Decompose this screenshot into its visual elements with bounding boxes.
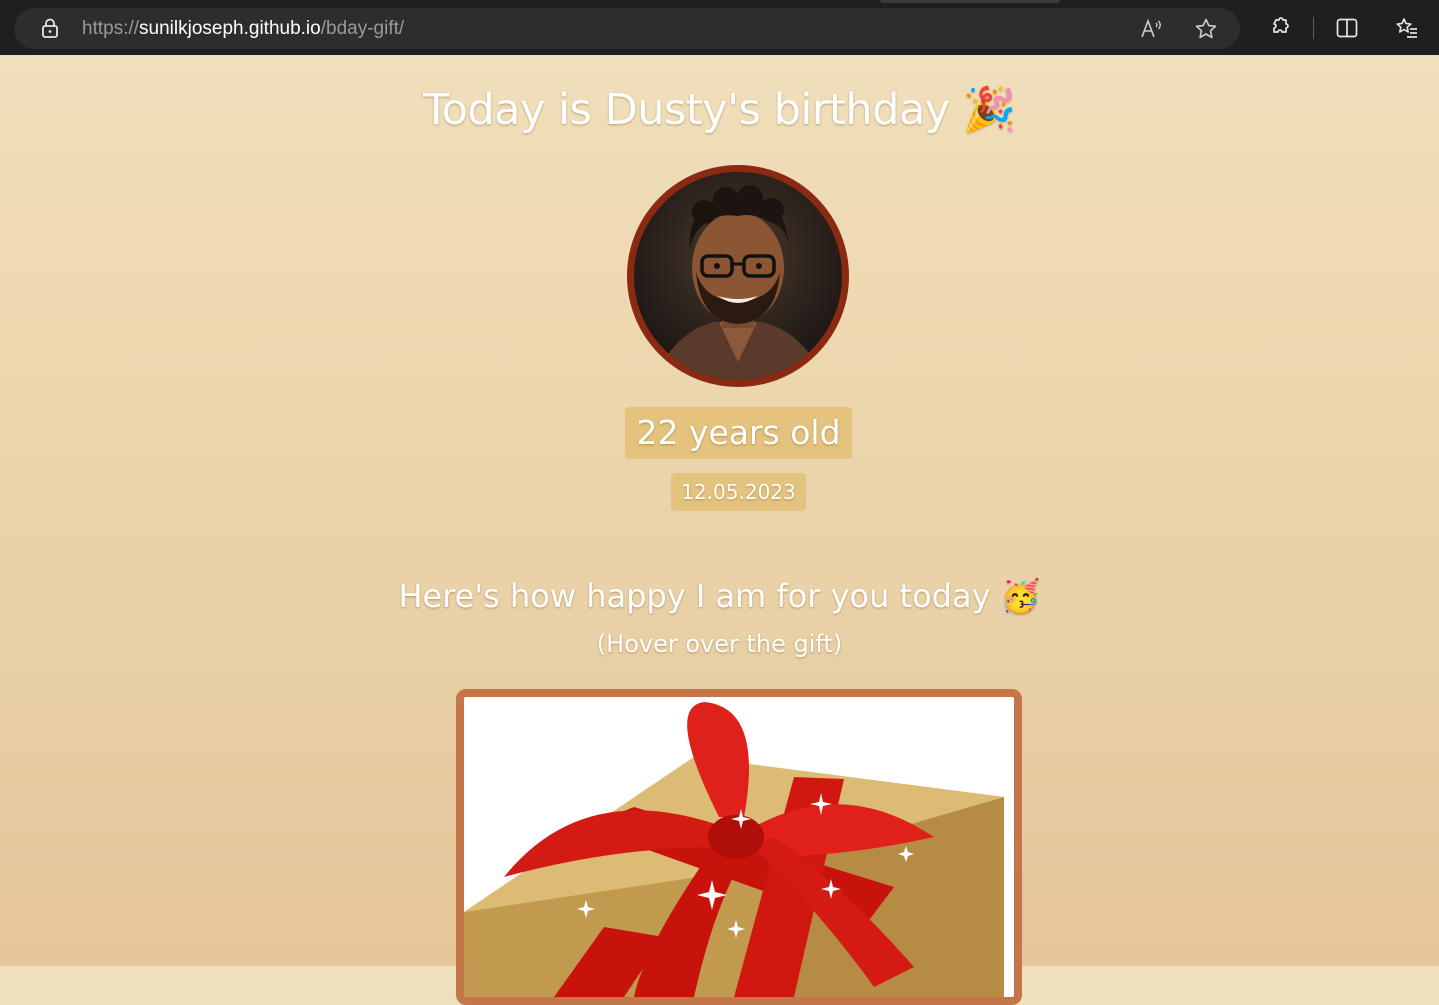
address-bar[interactable]: https://sunilkjoseph.github.io/bday-gift…: [14, 8, 1240, 49]
page-body: Today is Dusty's birthday 🎉 22 years old…: [0, 55, 1439, 1005]
read-aloud-icon[interactable]: [1139, 17, 1163, 41]
toolbar-divider: [1313, 17, 1314, 39]
subtitle: Here's how happy I am for you today 🥳: [398, 577, 1041, 615]
tab-strip-edge: [880, 0, 1060, 3]
url-host: sunilkjoseph.github.io: [139, 18, 321, 39]
favorite-star-icon[interactable]: [1194, 17, 1218, 41]
page-title: Today is Dusty's birthday 🎉: [423, 85, 1016, 135]
url-text[interactable]: https://sunilkjoseph.github.io/bday-gift…: [82, 8, 404, 49]
gift-box[interactable]: [456, 689, 1022, 1005]
hover-hint: (Hover over the gift): [596, 630, 843, 658]
url-scheme: https://: [82, 18, 140, 39]
extensions-icon[interactable]: [1268, 16, 1292, 40]
portrait-image: [634, 172, 842, 380]
split-screen-icon[interactable]: [1335, 16, 1359, 40]
browser-toolbar: https://sunilkjoseph.github.io/bday-gift…: [0, 0, 1439, 55]
lock-icon[interactable]: [40, 18, 60, 38]
url-path: /bday-gift/: [320, 18, 405, 39]
favorites-list-icon[interactable]: [1395, 16, 1419, 40]
gift-image: [464, 702, 1004, 997]
date-badge: 12.05.2023: [671, 473, 806, 511]
age-badge: 22 years old: [625, 407, 852, 459]
avatar: [627, 165, 849, 387]
